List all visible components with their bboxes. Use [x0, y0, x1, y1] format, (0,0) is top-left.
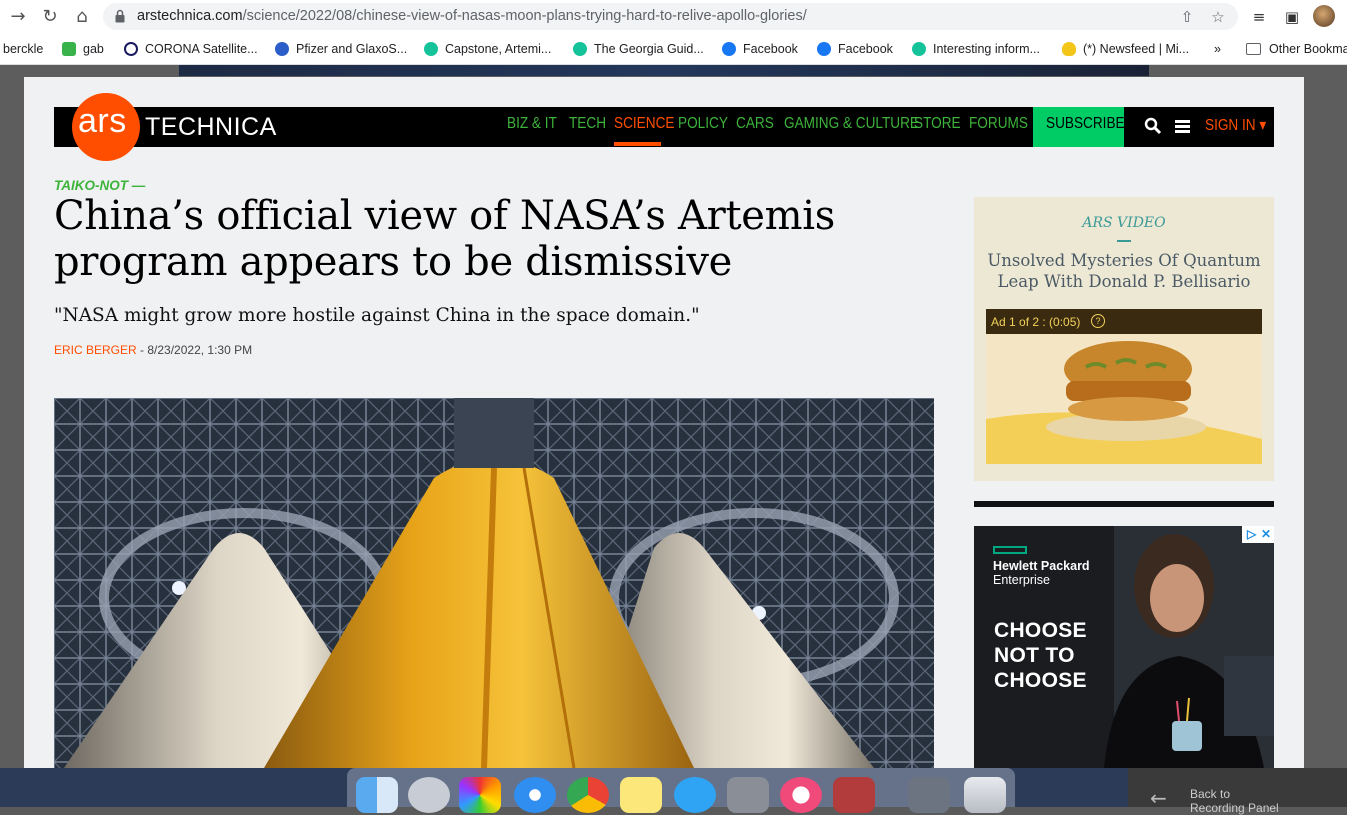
folder-icon [1246, 43, 1261, 55]
launchpad-icon[interactable] [408, 777, 450, 813]
ad-counter-bar: Ad 1 of 2 : (0:05) ? [986, 309, 1262, 334]
bookmark-item[interactable]: Capstone, Artemi... [424, 40, 551, 58]
back-arrow-icon: ← [1150, 786, 1167, 810]
rocket-illustration [54, 398, 934, 768]
nav-tech[interactable]: TECH [569, 115, 606, 133]
bookmark-item[interactable]: berckle [3, 40, 43, 58]
recent-window-thumbnail[interactable] [908, 777, 950, 813]
lock-icon [115, 9, 125, 23]
safari-icon[interactable] [514, 777, 556, 813]
corona-icon [124, 42, 138, 56]
bookmark-item[interactable]: gab [62, 40, 104, 58]
share-icon[interactable]: ⇧ [1178, 8, 1196, 26]
search-icon[interactable] [1144, 117, 1162, 135]
reading-list-icon[interactable]: ≡ [1249, 7, 1269, 27]
nav-cars[interactable]: CARS [736, 115, 774, 133]
messages-icon[interactable] [674, 777, 716, 813]
nav-policy[interactable]: POLICY [678, 115, 728, 133]
author-link[interactable]: ERIC BERGER [54, 343, 137, 357]
side-panel-icon[interactable]: ▣ [1282, 7, 1302, 27]
other-bookmarks-folder[interactable]: Other Bookma [1246, 40, 1347, 58]
bookmark-star-icon[interactable]: ☆ [1209, 8, 1227, 26]
active-nav-indicator [614, 142, 661, 146]
article-kicker: TAIKO-NOT — [54, 178, 146, 193]
ad-counter: Ad 1 of 2 : (0:05) [991, 315, 1081, 329]
forward-arrow-icon[interactable]: → [7, 6, 29, 28]
bookmark-item[interactable]: (*) Newsfeed | Mi... [1062, 40, 1189, 58]
hpe-brand: Hewlett Packard Enterprise [993, 559, 1090, 587]
hpe-cta-text: CHOOSE NOT TO CHOOSE [994, 619, 1087, 692]
article-headline: China’s official view of NASA’s Artemis … [54, 193, 835, 285]
music-icon[interactable] [780, 777, 822, 813]
hpe-advertisement[interactable]: Hewlett Packard Enterprise CHOOSE NOT TO CH… [974, 526, 1274, 768]
logo-ars-text[interactable]: ars [78, 102, 127, 141]
trash-icon[interactable] [964, 777, 1006, 813]
logo-technica-text[interactable]: TECHNICA [145, 113, 277, 142]
notes-icon[interactable] [620, 777, 662, 813]
photo-booth-icon[interactable] [833, 777, 875, 813]
profile-avatar[interactable] [1313, 5, 1335, 27]
video-title[interactable]: Unsolved Mysteries Of Quantum Leap With … [984, 250, 1264, 292]
ars-video-box: ARS VIDEO Unsolved Mysteries Of Quantum … [974, 197, 1274, 481]
bookmark-item[interactable]: Facebook [722, 40, 798, 58]
adchoices-icon[interactable]: ▷ [1247, 526, 1256, 543]
subscribe-button[interactable]: SUBSCRIBE [1033, 107, 1125, 147]
chrome-icon[interactable] [567, 777, 609, 813]
reload-icon[interactable]: ↻ [39, 6, 61, 28]
system-preferences-icon[interactable] [727, 777, 769, 813]
bookmark-item[interactable]: Pfizer and GlaxoS... [275, 40, 407, 58]
video-label: ARS VIDEO [1082, 215, 1166, 231]
teal-circle-icon [912, 42, 926, 56]
top-banner-ad[interactable] [179, 65, 1149, 76]
sign-in-link[interactable]: SIGN IN ▾ [1205, 115, 1266, 135]
facebook-icon [722, 42, 736, 56]
bookmarks-bar: berckle gab CORONA Satellite... Pfizer a… [0, 34, 1347, 65]
article-byline: ERIC BERGER - 8/23/2022, 1:30 PM [54, 343, 253, 357]
video-divider [1117, 240, 1131, 242]
address-bar[interactable]: arstechnica.com/science/2022/08/chinese-… [103, 3, 1238, 30]
bookmarks-overflow-button[interactable]: » [1214, 40, 1221, 58]
url-text: arstechnica.com/science/2022/08/chinese-… [137, 8, 807, 24]
ad-choices-bar: ▷ ✕ [1242, 526, 1274, 543]
nav-biz-it[interactable]: BIZ & IT [507, 115, 557, 133]
finder-icon[interactable] [356, 777, 398, 813]
ad-help-icon[interactable]: ? [1091, 314, 1105, 328]
teal-circle-icon [573, 42, 587, 56]
video-ad-player[interactable]: Ad 1 of 2 : (0:05) ? [986, 309, 1262, 464]
hero-image[interactable] [54, 398, 934, 768]
nav-forums[interactable]: FORUMS [969, 115, 1028, 133]
back-to-recording-label: Back to Recording Panel [1190, 787, 1279, 815]
home-icon[interactable]: ⌂ [71, 6, 93, 28]
article-dek: "NASA might grow more hostile against Ch… [54, 305, 700, 326]
lightbulb-icon [1062, 42, 1076, 56]
bookmark-item[interactable]: The Georgia Guid... [573, 40, 704, 58]
bookmark-item[interactable]: CORONA Satellite... [124, 40, 258, 58]
bookmark-item[interactable]: Facebook [817, 40, 893, 58]
browser-toolbar: → ↻ ⌂ arstechnica.com/science/2022/08/ch… [0, 0, 1347, 34]
facebook-icon [817, 42, 831, 56]
hpe-logo-icon [993, 546, 1027, 554]
back-to-recording-panel[interactable]: ← Back to Recording Panel [1128, 768, 1347, 815]
publish-date: 8/23/2022, 1:30 PM [147, 343, 253, 357]
nav-gaming-culture[interactable]: GAMING & CULTURE [784, 115, 919, 133]
hamburger-menu-icon[interactable] [1175, 120, 1190, 133]
bookmark-item[interactable]: Interesting inform... [912, 40, 1040, 58]
nav-science[interactable]: SCIENCE [614, 115, 674, 133]
screen-recorder-icon[interactable] [459, 777, 501, 813]
teal-circle-icon [424, 42, 438, 56]
pfizer-icon [275, 42, 289, 56]
nav-store[interactable]: STORE [914, 115, 961, 133]
ad-close-icon[interactable]: ✕ [1261, 526, 1271, 543]
sidebar-divider [974, 501, 1274, 507]
gab-icon [62, 42, 76, 56]
